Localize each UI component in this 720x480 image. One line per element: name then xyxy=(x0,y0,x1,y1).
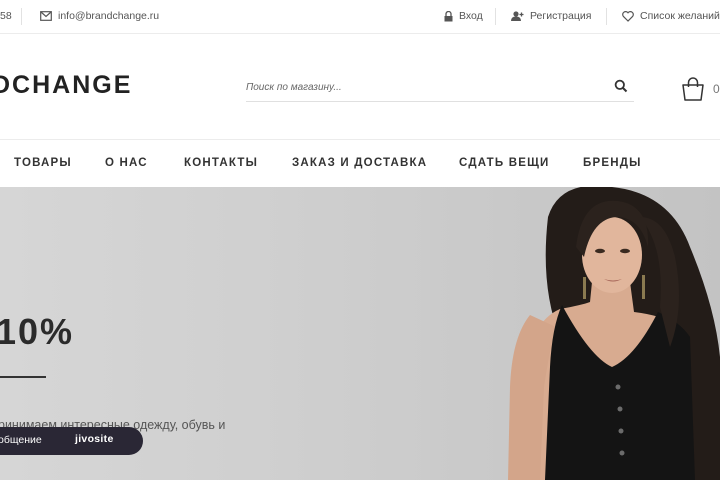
phone-number[interactable]: 58 xyxy=(0,10,12,22)
site-logo[interactable]: DCHANGE xyxy=(0,71,132,100)
nav-item-delivery[interactable]: ЗАКАЗ И ДОСТАВКА xyxy=(292,157,427,169)
heart-icon xyxy=(622,10,634,22)
cart-count: 0 xyxy=(713,82,720,96)
hero-model-image xyxy=(508,187,720,480)
search-bar xyxy=(246,76,634,102)
login-link[interactable]: Вход xyxy=(444,10,483,22)
nav-item-contacts[interactable]: КОНТАКТЫ xyxy=(184,157,258,169)
add-user-icon xyxy=(511,11,524,21)
hero-title: 10% xyxy=(0,311,75,352)
divider xyxy=(21,8,22,25)
divider xyxy=(606,8,607,25)
search-button[interactable] xyxy=(614,79,630,95)
nav-item-brands[interactable]: БРЕНДЫ xyxy=(583,157,642,169)
main-nav: ТОВАРЫ О НАС КОНТАКТЫ ЗАКАЗ И ДОСТАВКА С… xyxy=(0,139,720,187)
nav-item-sell[interactable]: СДАТЬ ВЕЩИ xyxy=(459,157,550,169)
chat-brand-logo: jivosite xyxy=(75,433,114,445)
cart-button[interactable] xyxy=(680,76,706,102)
search-icon xyxy=(614,79,628,93)
hero-divider xyxy=(0,376,46,378)
lock-icon xyxy=(444,10,453,21)
email-link[interactable]: info@brandchange.ru xyxy=(40,10,159,22)
envelope-icon xyxy=(40,11,52,21)
nav-item-about[interactable]: О НАС xyxy=(105,157,148,169)
divider xyxy=(495,8,496,25)
register-link[interactable]: Регистрация xyxy=(511,10,591,22)
live-chat-widget[interactable]: общение jivosite xyxy=(0,427,143,455)
search-input[interactable] xyxy=(246,76,596,98)
wishlist-link[interactable]: Список желаний xyxy=(622,10,720,22)
chat-label: общение xyxy=(0,434,42,446)
shopping-bag-icon xyxy=(682,77,704,101)
top-bar: 58 info@brandchange.ru Вход Регистрация … xyxy=(0,0,720,34)
nav-item-products[interactable]: ТОВАРЫ xyxy=(14,157,72,169)
